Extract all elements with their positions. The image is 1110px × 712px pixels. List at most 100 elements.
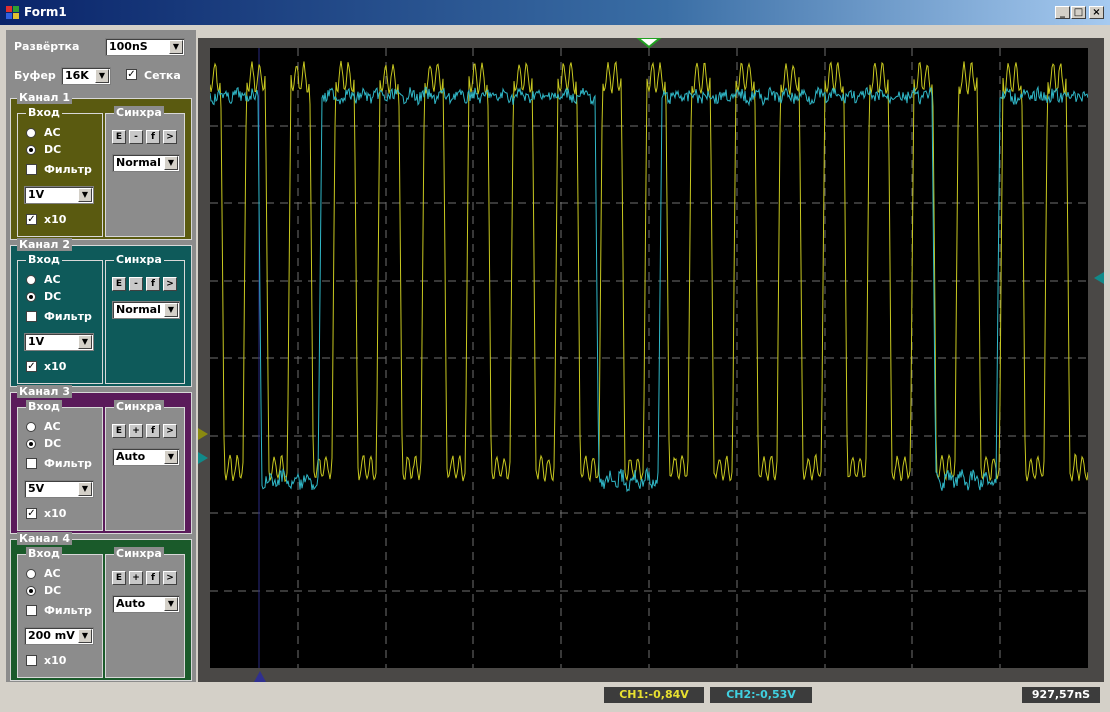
channel-2-group: Канал 2 Вход AC DC Фильтр 1V ▼ ✓ x10 Синхра E - f > No… [10,238,192,387]
volts-select[interactable]: 200 mV ▼ [24,627,94,645]
sweep-label: Развёртка [14,40,80,53]
dc-label: DC [44,290,62,303]
sync-button-1[interactable]: - [129,130,143,144]
window-title: Form1 [24,5,67,19]
filter-label: Фильтр [44,310,92,323]
cursor-marker[interactable] [254,671,266,682]
sync-button-3[interactable]: > [163,571,177,585]
ac-radio[interactable] [26,128,36,138]
chevron-down-icon[interactable]: ▼ [78,482,92,496]
ac-radio[interactable] [26,422,36,432]
chevron-down-icon[interactable]: ▼ [78,335,92,349]
maximize-button[interactable]: □ [1071,6,1086,19]
sync-group: Синхра E + f > Auto ▼ [105,547,185,678]
buffer-value: 16K [65,69,89,82]
sync-button-0[interactable]: E [112,424,126,438]
buffer-label: Буфер [14,69,56,82]
trigger-position-marker[interactable] [636,38,662,49]
volts-value: 1V [28,335,45,348]
waveform-display [209,48,1089,668]
chevron-down-icon[interactable]: ▼ [164,597,178,611]
sync-mode-select[interactable]: Auto ▼ [112,595,180,613]
input-label: Вход [26,253,62,266]
ac-label: AC [44,420,61,433]
close-button[interactable]: × [1089,6,1104,19]
x10-label: x10 [44,360,67,373]
input-group: Вход AC DC Фильтр 1V ▼ ✓ x10 [17,106,103,237]
sync-button-0[interactable]: E [112,571,126,585]
volts-select[interactable]: 1V ▼ [24,186,94,204]
volts-select[interactable]: 5V ▼ [24,480,94,498]
filter-checkbox[interactable] [26,164,37,175]
sync-button-1[interactable]: - [129,277,143,291]
sync-button-3[interactable]: > [163,277,177,291]
chevron-down-icon[interactable]: ▼ [169,40,183,54]
x10-checkbox[interactable]: ✓ [26,361,37,372]
ac-label: AC [44,126,61,139]
chevron-down-icon[interactable]: ▼ [164,450,178,464]
filter-label: Фильтр [44,457,92,470]
channel-3-group: Канал 3 Вход AC DC Фильтр 5V ▼ ✓ x10 Синхра E + f > Au… [10,385,192,534]
sweep-select[interactable]: 100nS ▼ [105,38,185,56]
dc-radio[interactable] [26,439,36,449]
sync-button-1[interactable]: + [129,571,143,585]
sync-button-0[interactable]: E [112,277,126,291]
sync-button-3[interactable]: > [163,424,177,438]
ac-radio[interactable] [26,275,36,285]
sync-button-2[interactable]: f [146,424,160,438]
dc-radio[interactable] [26,145,36,155]
sync-group: Синхра E - f > Normal ▼ [105,253,185,384]
x10-checkbox[interactable]: ✓ [26,508,37,519]
buffer-select[interactable]: 16K ▼ [61,67,111,85]
filter-checkbox[interactable] [26,311,37,322]
sweep-value: 100nS [109,40,148,53]
chevron-down-icon[interactable]: ▼ [78,188,92,202]
main-window: Form1 _ □ × Развёртка 100nS ▼ Буфер 16K … [0,0,1110,712]
time-readout: 927,57nS [1022,687,1100,703]
sync-mode-select[interactable]: Normal ▼ [112,154,180,172]
sync-button-2[interactable]: f [146,277,160,291]
x10-label: x10 [44,213,67,226]
sync-button-3[interactable]: > [163,130,177,144]
sync-group: Синхра E - f > Normal ▼ [105,106,185,237]
ch2-trigger-level-marker[interactable] [1094,272,1104,284]
sync-button-2[interactable]: f [146,571,160,585]
ch2-offset-marker[interactable] [198,452,208,464]
ac-radio[interactable] [26,569,36,579]
chevron-down-icon[interactable]: ▼ [78,629,92,643]
input-group: Вход AC DC Фильтр 200 mV ▼ x10 [17,547,103,678]
filter-label: Фильтр [44,604,92,617]
channel-label: Канал 4 [17,532,72,545]
ac-label: AC [44,567,61,580]
sync-mode-value: Normal [116,156,161,169]
sync-label: Синхра [114,547,164,560]
ac-label: AC [44,273,61,286]
chevron-down-icon[interactable]: ▼ [164,303,178,317]
x10-checkbox[interactable]: ✓ [26,214,37,225]
oscilloscope-screen[interactable] [209,48,1089,668]
grid-checkbox[interactable]: ✓ [126,69,137,80]
dc-radio[interactable] [26,586,36,596]
sync-button-0[interactable]: E [112,130,126,144]
channel-label: Канал 3 [17,385,72,398]
chevron-down-icon[interactable]: ▼ [164,156,178,170]
sync-button-2[interactable]: f [146,130,160,144]
minimize-button[interactable]: _ [1055,6,1070,19]
sync-mode-select[interactable]: Auto ▼ [112,448,180,466]
dc-radio[interactable] [26,292,36,302]
filter-checkbox[interactable] [26,605,37,616]
chevron-down-icon[interactable]: ▼ [95,69,109,83]
volts-select[interactable]: 1V ▼ [24,333,94,351]
sync-button-1[interactable]: + [129,424,143,438]
control-panel: Развёртка 100nS ▼ Буфер 16K ▼ ✓ Сетка Ка… [6,30,196,682]
sync-mode-select[interactable]: Normal ▼ [112,301,180,319]
x10-checkbox[interactable] [26,655,37,666]
input-label: Вход [26,400,62,413]
dc-label: DC [44,584,62,597]
channel-1-group: Канал 1 Вход AC DC Фильтр 1V ▼ ✓ x10 Синхра E - f > No… [10,91,192,240]
sync-mode-value: Auto [116,450,146,463]
filter-checkbox[interactable] [26,458,37,469]
volts-value: 200 mV [28,629,75,642]
title-bar: Form1 _ □ × [0,0,1110,25]
ch1-offset-marker[interactable] [198,428,208,440]
